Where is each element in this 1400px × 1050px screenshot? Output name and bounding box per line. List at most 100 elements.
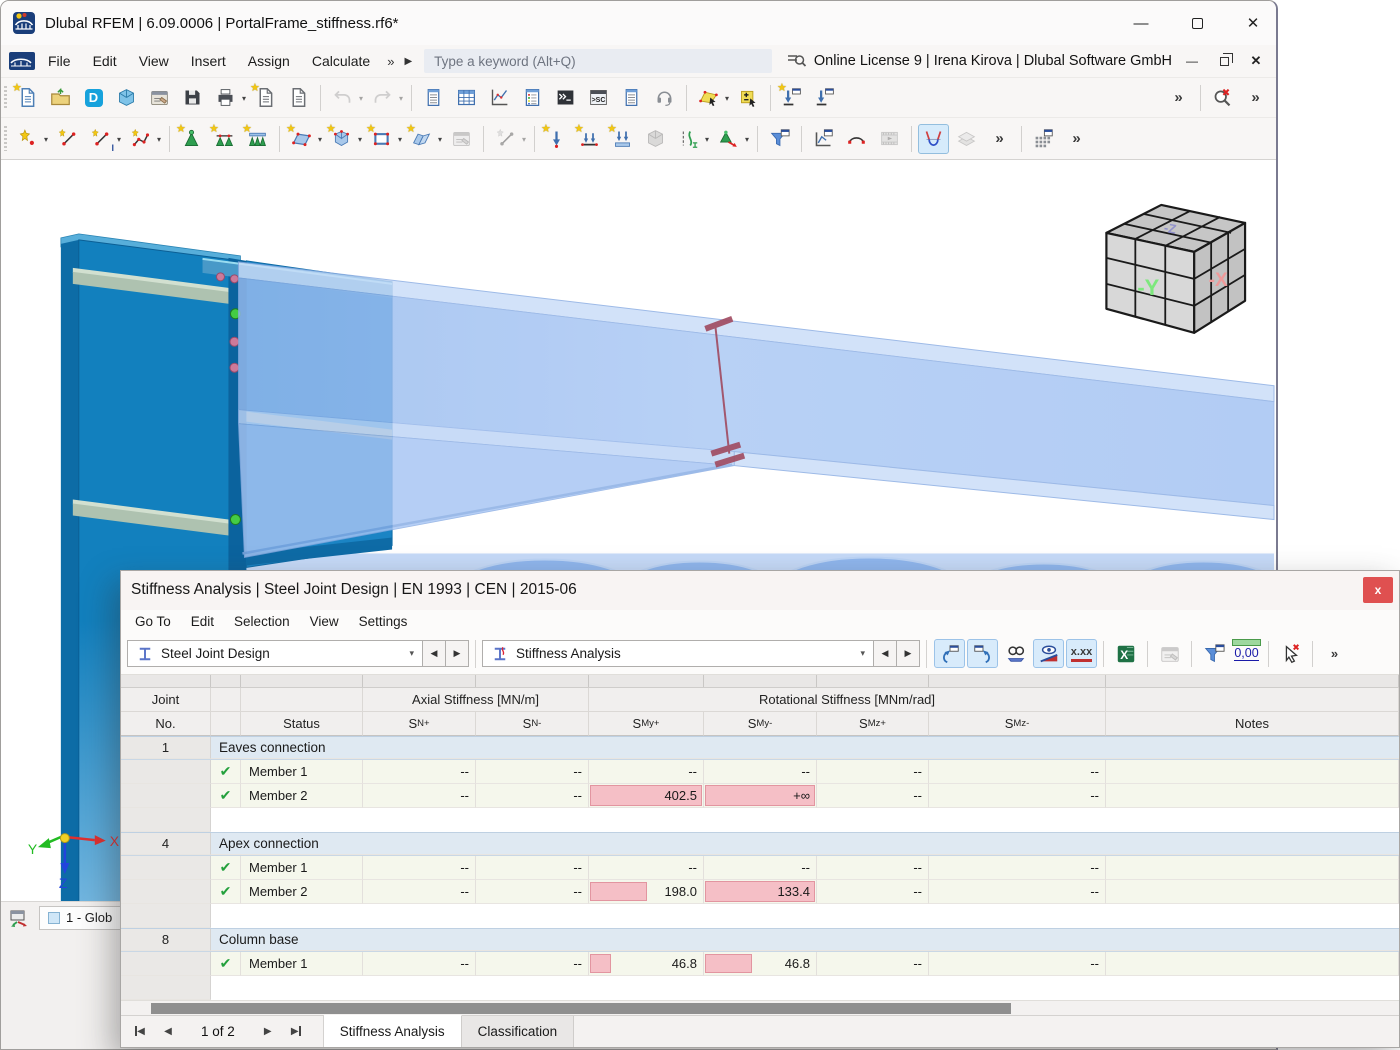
filter-objects-button[interactable] xyxy=(764,124,795,154)
notes-cell[interactable] xyxy=(1106,855,1399,880)
member-row[interactable]: ✔ Member 2 -- -- 198.0 133.4 -- -- xyxy=(121,879,1399,904)
new-surface-button[interactable]: ★ ▾ xyxy=(286,123,322,154)
section-results-button[interactable] xyxy=(841,124,872,154)
joint-number-cell[interactable] xyxy=(121,879,211,904)
stiffness-value-cell[interactable]: 46.8 xyxy=(704,951,817,976)
jump-to-next-button[interactable] xyxy=(967,639,998,669)
dialog-close-button[interactable]: x xyxy=(1363,577,1393,604)
stiffness-value-cell[interactable]: -- xyxy=(817,759,929,784)
stiffness-value-cell[interactable]: 198.0 xyxy=(589,879,704,904)
column-handle[interactable] xyxy=(476,674,589,687)
stiffness-value-cell[interactable]: -- xyxy=(704,855,817,880)
dialog-menu-selection[interactable]: Selection xyxy=(224,611,300,632)
column-resize-strip[interactable] xyxy=(121,674,1399,688)
column-handle[interactable] xyxy=(929,674,1106,687)
column-handle[interactable] xyxy=(363,674,476,687)
stiffness-value-cell[interactable]: -- xyxy=(817,855,929,880)
save-button[interactable] xyxy=(177,83,208,113)
menu-overflow-icon[interactable]: » xyxy=(383,54,398,69)
stiffness-value-cell[interactable]: -- xyxy=(704,759,817,784)
new-printout-report-button[interactable]: ★ xyxy=(250,82,281,113)
display-panel-button[interactable] xyxy=(616,83,647,113)
column-handle[interactable] xyxy=(1106,674,1399,687)
undo-button[interactable]: ▾ xyxy=(327,83,363,113)
export-excel-button[interactable] xyxy=(1110,639,1141,668)
stiffness-value-cell[interactable]: -- xyxy=(363,879,476,904)
toolbar2-overflow-button[interactable]: » xyxy=(984,124,1015,154)
stiffness-value-cell[interactable]: -- xyxy=(817,951,929,976)
insert-above-button[interactable]: ★ xyxy=(777,82,808,113)
view-manager-icon[interactable] xyxy=(9,909,29,927)
result-previous-button[interactable]: ◀ xyxy=(874,640,897,668)
notes-cell[interactable] xyxy=(1106,879,1399,904)
member-label-cell[interactable]: Member 1 xyxy=(241,855,363,880)
pager-previous-button[interactable]: ◀ xyxy=(157,1021,179,1041)
notes-cell[interactable] xyxy=(1106,759,1399,784)
printout-report-manager-button[interactable] xyxy=(144,83,175,113)
print-button[interactable]: ▾ xyxy=(210,83,246,113)
toolbar2-overflow-2-button[interactable]: » xyxy=(1061,124,1092,154)
minimize-button[interactable]: — xyxy=(1118,1,1164,45)
horizontal-scrollbar[interactable] xyxy=(121,999,1399,1015)
toolbar-overflow-2-button[interactable]: » xyxy=(1240,83,1271,113)
stiffness-value-cell[interactable]: -- xyxy=(929,951,1106,976)
menu-item-calculate[interactable]: Calculate xyxy=(301,49,381,73)
document-restore-button[interactable] xyxy=(1212,50,1236,72)
new-line-button[interactable] xyxy=(52,124,83,154)
column-handle[interactable] xyxy=(241,674,363,687)
stiffness-value-cell[interactable]: -- xyxy=(476,759,589,784)
stiffness-value-cell[interactable]: 402.5 xyxy=(589,783,704,808)
new-node-button[interactable]: ▾ xyxy=(12,124,48,154)
notes-cell[interactable] xyxy=(1106,783,1399,808)
member-label-cell[interactable]: Member 1 xyxy=(241,951,363,976)
joint-group-row[interactable]: 4 Apex connection xyxy=(121,831,1399,856)
new-special-object-button[interactable]: ▾ xyxy=(490,124,526,154)
navigator-panel-button[interactable] xyxy=(418,83,449,113)
stiffness-value-cell[interactable]: -- xyxy=(476,783,589,808)
stiffness-value-cell[interactable]: -- xyxy=(363,783,476,808)
cube-left-face-label[interactable]: -Y xyxy=(1137,275,1159,300)
new-member-button[interactable]: I ▾ xyxy=(85,124,121,154)
close-button[interactable]: ✕ xyxy=(1230,1,1276,45)
printout-report-button[interactable] xyxy=(1154,639,1185,668)
design-case-combo[interactable]: Steel Joint Design ▾ xyxy=(127,640,423,668)
new-nodal-support-button[interactable]: ★ xyxy=(176,123,207,154)
column-handle[interactable] xyxy=(589,674,704,687)
maximize-button[interactable] xyxy=(1174,1,1220,45)
new-model-button[interactable]: ★ xyxy=(12,82,43,113)
pager-first-button[interactable]: ◀ xyxy=(129,1021,151,1041)
new-imposed-deformation-button[interactable]: ▾ xyxy=(673,124,709,154)
new-support-displacement-button[interactable]: ▾ xyxy=(713,124,749,154)
filter-results-button[interactable] xyxy=(1198,639,1229,668)
close-views-button[interactable] xyxy=(1207,83,1238,113)
show-printout-report-button[interactable] xyxy=(283,83,314,113)
menu-item-edit[interactable]: Edit xyxy=(82,49,128,73)
license-search-icon[interactable] xyxy=(786,51,806,71)
copy-object-button[interactable] xyxy=(446,124,477,154)
stiffness-value-cell[interactable]: -- xyxy=(589,855,704,880)
member-row[interactable]: ✔ Member 2 -- -- 402.5 +∞ -- -- xyxy=(121,783,1399,808)
redo-button[interactable]: ▾ xyxy=(367,83,403,113)
result-tables-button[interactable] xyxy=(517,83,548,113)
stiffness-value-cell[interactable]: 46.8 xyxy=(589,951,704,976)
new-nodal-load-button[interactable]: ★ xyxy=(541,123,572,154)
support-chat-button[interactable] xyxy=(649,83,680,113)
navigation-cube[interactable]: -Z -Y -X xyxy=(1105,203,1247,334)
jump-to-previous-button[interactable] xyxy=(934,639,965,669)
stiffness-value-cell[interactable]: -- xyxy=(363,759,476,784)
menu-item-view[interactable]: View xyxy=(128,49,180,73)
scrollbar-thumb[interactable] xyxy=(151,1002,1011,1014)
new-opening-button[interactable]: ★ ▾ xyxy=(366,123,402,154)
column-handle[interactable] xyxy=(704,674,817,687)
units-settings-button[interactable]: 0,00 xyxy=(1231,639,1262,668)
menu-item-file[interactable]: File xyxy=(37,49,82,73)
stiffness-value-cell[interactable]: -- xyxy=(929,855,1106,880)
dialog-menu-settings[interactable]: Settings xyxy=(349,611,418,632)
joint-number-cell[interactable]: 1 xyxy=(121,736,211,759)
joint-group-title[interactable]: Eaves connection xyxy=(211,737,1399,759)
new-solid-button[interactable]: ★ ▾ xyxy=(326,123,362,154)
result-type-combo[interactable]: Stiffness Analysis ▾ xyxy=(482,640,874,668)
stiffness-value-cell[interactable]: -- xyxy=(929,759,1106,784)
toolbar-overflow-button[interactable]: » xyxy=(1163,83,1194,113)
pager-last-button[interactable]: ▶ xyxy=(285,1021,307,1041)
